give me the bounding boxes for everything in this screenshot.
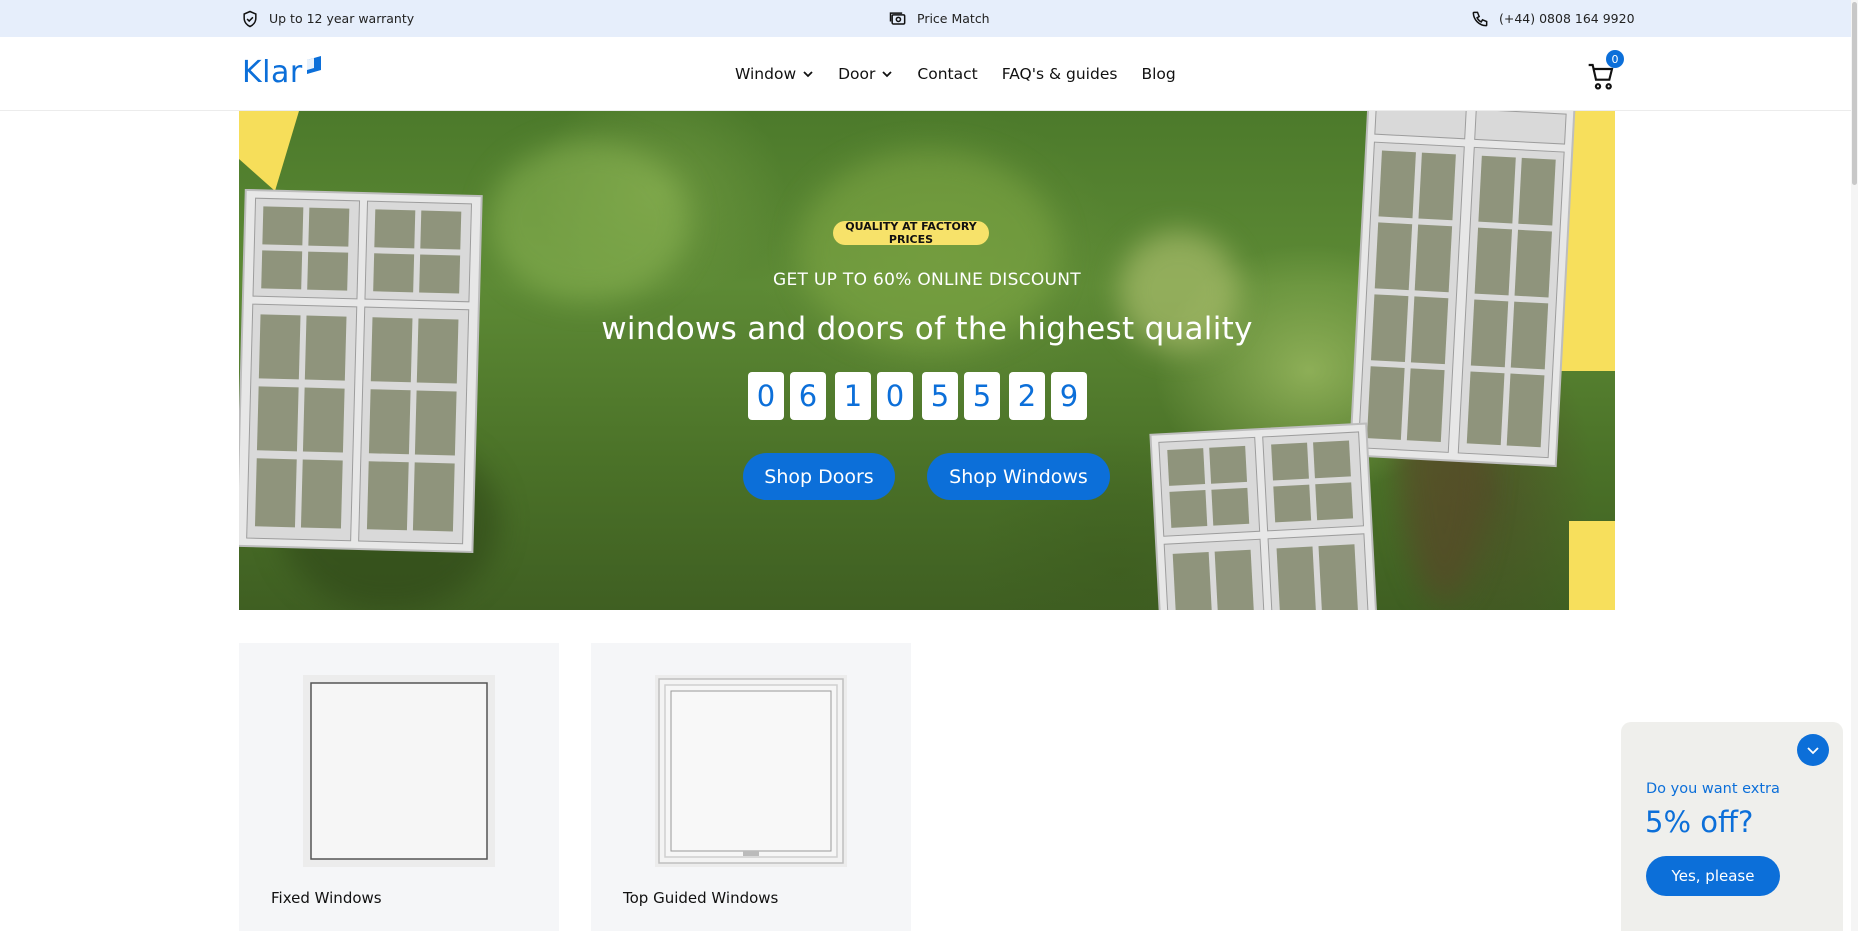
logo-mark-icon [306, 56, 321, 74]
product-image [303, 675, 495, 867]
hero-subhead: GET UP TO 60% ONLINE DISCOUNT [773, 270, 1081, 290]
nav-contact-label: Contact [917, 64, 978, 83]
nav-window[interactable]: Window [735, 65, 814, 83]
page-scrollbar[interactable] [1851, 0, 1858, 931]
countdown-digit: 0 [748, 372, 784, 420]
money-icon [889, 11, 906, 25]
price-match-text: Price Match [917, 11, 990, 26]
shield-check-icon [243, 10, 257, 27]
warranty-info: Up to 12 year warranty [240, 0, 414, 37]
collapse-popup-button[interactable] [1797, 734, 1829, 766]
cart-button[interactable]: 0 [1586, 50, 1626, 93]
countdown-digit: 6 [790, 372, 826, 420]
scrollbar-thumb[interactable] [1852, 2, 1857, 185]
nav-faq-label: FAQ's & guides [1001, 64, 1118, 83]
chevron-down-icon [1807, 747, 1819, 755]
warranty-text: Up to 12 year warranty [269, 11, 415, 26]
countdown-digit: 1 [835, 372, 871, 420]
popup-offer: 5% off? [1645, 805, 1754, 839]
discount-popup: Do you want extra 5% off? Yes, please [1621, 722, 1843, 931]
cart-count-badge: 0 [1606, 50, 1624, 68]
countdown-digit: 0 [877, 372, 913, 420]
quality-badge: QUALITY AT FACTORY PRICES [833, 220, 989, 246]
popup-question: Do you want extra [1646, 781, 1780, 797]
price-match-info: Price Match [888, 0, 990, 37]
nav-faq[interactable]: FAQ's & guides [1002, 65, 1118, 83]
shop-windows-button[interactable]: Shop Windows [927, 453, 1110, 500]
nav-blog-label: Blog [1141, 64, 1176, 83]
hero-banner: QUALITY AT FACTORY PRICES GET UP TO 60% … [239, 111, 1615, 610]
chevron-down-icon [882, 70, 893, 77]
shop-doors-button[interactable]: Shop Doors [743, 453, 895, 500]
countdown-timer: 0 6 1 0 5 5 2 9 [748, 372, 1087, 420]
hero-content: QUALITY AT FACTORY PRICES GET UP TO 60% … [239, 111, 1615, 610]
product-image [655, 675, 847, 867]
nav-blog[interactable]: Blog [1141, 65, 1175, 83]
hero-headline: windows and doors of the highest quality [601, 311, 1253, 347]
top-info-bar: Up to 12 year warranty Price Match (+44)… [0, 0, 1858, 37]
product-card-top-guided-windows[interactable]: Top Guided Windows [591, 643, 911, 931]
product-label: Fixed Windows [271, 889, 382, 907]
nav-door[interactable]: Door [838, 65, 893, 83]
yes-please-button[interactable]: Yes, please [1646, 856, 1780, 896]
logo-text: Klar [242, 55, 303, 90]
countdown-digit: 2 [1009, 372, 1045, 420]
product-card-fixed-windows[interactable]: Fixed Windows [239, 643, 559, 931]
phone-number[interactable]: (+44) 0808 164 9920 [1499, 11, 1635, 26]
phone-icon [1472, 11, 1488, 26]
product-label: Top Guided Windows [623, 889, 779, 907]
top-guided-window-image [655, 675, 847, 867]
countdown-digit: 5 [922, 372, 958, 420]
chevron-down-icon [803, 70, 813, 77]
fixed-window-image [303, 675, 495, 867]
site-header: Klar Window Door Contact FAQ's & guides … [0, 37, 1858, 111]
nav-door-label: Door [838, 64, 876, 83]
countdown-digit: 9 [1051, 372, 1087, 420]
main-nav: Window Door Contact FAQ's & guides Blog [735, 37, 1176, 110]
nav-window-label: Window [735, 64, 797, 83]
phone-info[interactable]: (+44) 0808 164 9920 [1470, 0, 1635, 37]
nav-contact[interactable]: Contact [917, 65, 977, 83]
klar-logo[interactable]: Klar [242, 55, 323, 90]
countdown-digit: 5 [964, 372, 1000, 420]
